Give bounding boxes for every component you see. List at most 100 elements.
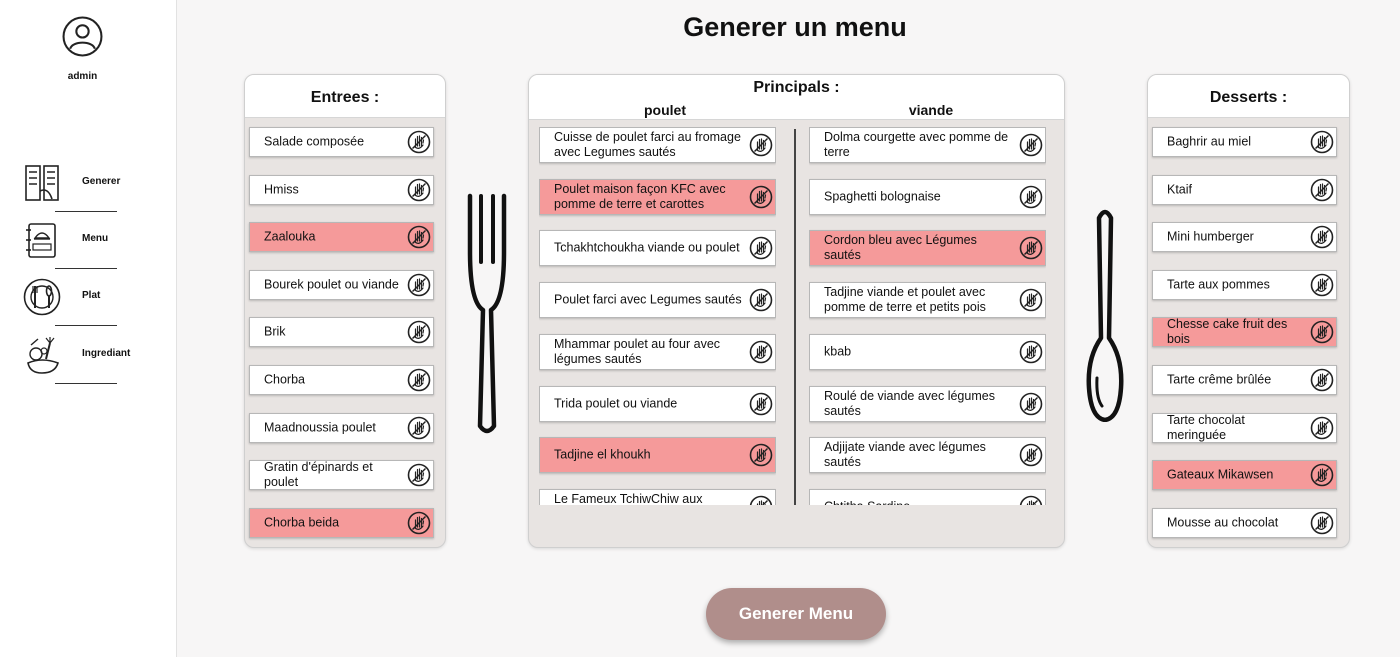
poulet-list[interactable]: Cuisse de poulet farci au fromage avec L… [539, 127, 776, 505]
dish-label: Cuisse de poulet farci au fromage avec L… [554, 130, 741, 159]
nav-divider [55, 211, 117, 212]
dish-item[interactable]: Dolma courgette avec pomme de terre [809, 127, 1046, 163]
user-avatar-icon[interactable] [62, 16, 103, 57]
dish-item[interactable]: Tchakhtchoukha viande ou poulet [539, 230, 776, 267]
principals-panel: Principals : poulet viande Cuisse de pou… [528, 74, 1065, 548]
hand-stop-icon[interactable] [749, 495, 773, 505]
hand-stop-icon[interactable] [1019, 443, 1043, 467]
nav-item-plat[interactable]: Plat [20, 274, 160, 320]
dish-label: Tarte crême brûlée [1167, 372, 1272, 387]
dish-item[interactable]: Chorba beida [249, 507, 434, 538]
hand-stop-icon[interactable] [407, 225, 431, 249]
dish-item[interactable]: Mousse au chocolat [1152, 507, 1337, 538]
spoon-icon [1086, 209, 1124, 422]
hand-stop-icon[interactable] [1310, 273, 1334, 297]
hand-stop-icon[interactable] [1310, 320, 1334, 344]
viande-column-title: viande [908, 102, 954, 118]
dish-label: kbab [824, 344, 852, 359]
dish-label: Tadjine el khoukh [554, 447, 651, 462]
dish-item[interactable]: Roulé de viande avec légumes sautés [809, 385, 1046, 422]
dish-item[interactable]: Chtitha Sardine [809, 488, 1046, 505]
dish-label: Mousse au chocolat [1167, 515, 1279, 530]
principals-title: Principals : [753, 79, 840, 96]
dish-item[interactable]: Hmiss [249, 174, 434, 205]
hand-stop-icon[interactable] [407, 178, 431, 202]
nav-item-ingrediant[interactable]: Ingrediant [20, 332, 160, 378]
nav-item-menu[interactable]: Menu [20, 217, 160, 263]
dish-item[interactable]: kbab [809, 333, 1046, 370]
hand-stop-icon[interactable] [749, 133, 773, 157]
hand-stop-icon[interactable] [1310, 511, 1334, 535]
desserts-panel: Desserts : Baghrir au miel Ktaif Mini humb… [1147, 74, 1350, 548]
dish-item[interactable]: Brik [249, 317, 434, 348]
hand-stop-icon[interactable] [1019, 236, 1043, 260]
viande-list[interactable]: Dolma courgette avec pomme de terre Spagh… [809, 127, 1046, 505]
hand-stop-icon[interactable] [1310, 225, 1334, 249]
dish-item[interactable]: Gratin d'épinards et poulet [249, 460, 434, 491]
hand-stop-icon[interactable] [1310, 463, 1334, 487]
hand-stop-icon[interactable] [749, 443, 773, 467]
dish-item[interactable]: Le Fameux TchiwChiw aux Legumes avec du … [539, 488, 776, 505]
hand-stop-icon[interactable] [1310, 178, 1334, 202]
hand-stop-icon[interactable] [1019, 340, 1043, 364]
entrees-title: Entrees : [245, 75, 445, 118]
hand-stop-icon[interactable] [1310, 368, 1334, 392]
nav-item-generer[interactable]: Generer [20, 160, 160, 206]
dish-label: Trida poulet ou viande [554, 396, 678, 410]
hand-stop-icon[interactable] [407, 368, 431, 392]
dish-item[interactable]: Zaalouka [249, 222, 434, 253]
dish-item[interactable]: Cordon bleu avec Légumes sautés [809, 230, 1046, 267]
dish-item[interactable]: Mini humberger [1152, 222, 1337, 253]
dish-item[interactable]: Cuisse de poulet farci au fromage avec L… [539, 127, 776, 163]
dish-item[interactable]: Tarte aux pommes [1152, 269, 1337, 300]
hand-stop-icon[interactable] [407, 130, 431, 154]
hand-stop-icon[interactable] [407, 463, 431, 487]
hand-stop-icon[interactable] [1019, 495, 1043, 505]
dish-label: Maadnoussia poulet [264, 420, 376, 435]
dish-item[interactable]: Ktaif [1152, 174, 1337, 205]
hand-stop-icon[interactable] [749, 185, 773, 209]
page-title: Generer un menu [683, 12, 907, 42]
dish-item[interactable]: Mhammar poulet au four avec légumes saut… [539, 333, 776, 370]
hand-stop-icon[interactable] [1310, 416, 1334, 440]
dish-item[interactable]: Gateaux Mikawsen [1152, 460, 1337, 491]
dish-item[interactable]: Tadjine el khoukh [539, 437, 776, 474]
hand-stop-icon[interactable] [1019, 288, 1043, 312]
dish-item[interactable]: Chesse cake fruit des bois [1152, 317, 1337, 348]
hand-stop-icon[interactable] [1019, 392, 1043, 416]
hand-stop-icon[interactable] [749, 392, 773, 416]
hand-stop-icon[interactable] [1310, 130, 1334, 154]
hand-stop-icon[interactable] [749, 340, 773, 364]
generate-menu-button[interactable]: Generer Menu [706, 588, 886, 640]
dish-item[interactable]: Chorba [249, 365, 434, 395]
dish-item[interactable]: Tadjine viande et poulet avec pomme de t… [809, 282, 1046, 319]
dish-label: Gateaux Mikawsen [1167, 467, 1274, 482]
dish-label: Le Fameux TchiwChiw aux Legumes avec du … [554, 491, 703, 505]
dish-item[interactable]: Bourek poulet ou viande [249, 269, 434, 300]
hand-stop-icon[interactable] [407, 511, 431, 535]
hand-stop-icon[interactable] [407, 320, 431, 344]
dish-label: Mhammar poulet au four avec légumes saut… [554, 336, 721, 366]
hand-stop-icon[interactable] [1019, 133, 1043, 157]
dish-label: Salade composée [264, 134, 365, 149]
nav-divider [55, 383, 117, 384]
hand-stop-icon[interactable] [407, 416, 431, 440]
dish-item[interactable]: Maadnoussia poulet [249, 412, 434, 443]
dish-item[interactable]: Poulet farci avec Legumes sautés [539, 282, 776, 319]
dish-item[interactable]: Trida poulet ou viande [539, 385, 776, 422]
dish-item[interactable]: Poulet maison façon KFC avec pomme de te… [539, 178, 776, 215]
hand-stop-icon[interactable] [749, 288, 773, 312]
dish-item[interactable]: Salade composée [249, 127, 434, 157]
hand-stop-icon[interactable] [1019, 185, 1043, 209]
dish-label: Brik [264, 324, 286, 339]
plate-cutlery-icon [23, 278, 61, 316]
dish-item[interactable]: Adjijate viande avec légumes sautés [809, 437, 1046, 474]
dish-label: Tarte chocolat meringuée [1167, 412, 1245, 442]
dish-item[interactable]: Spaghetti bolognaise [809, 178, 1046, 215]
dish-item[interactable]: Tarte crême brûlée [1152, 365, 1337, 395]
hand-stop-icon[interactable] [407, 273, 431, 297]
dish-label: Bourek poulet ou viande [264, 277, 399, 292]
dish-item[interactable]: Baghrir au miel [1152, 127, 1337, 157]
dish-item[interactable]: Tarte chocolat meringuée [1152, 412, 1337, 443]
hand-stop-icon[interactable] [749, 236, 773, 260]
